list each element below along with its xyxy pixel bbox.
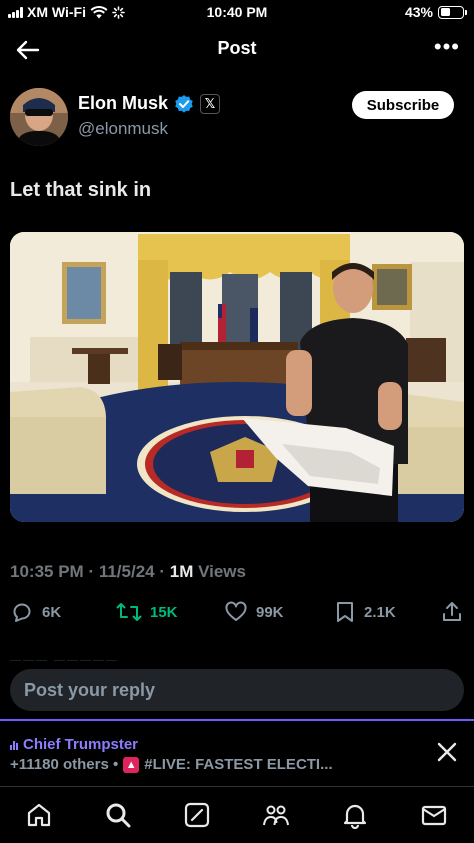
reply-icon (13, 603, 31, 622)
bottom-tab-bar (0, 786, 474, 843)
repost-count: 15K (150, 603, 178, 621)
live-space-bar[interactable]: Chief Trumpster +11180 others • ▲ #LIVE:… (0, 721, 474, 785)
reply-input[interactable]: Post your reply (10, 669, 464, 711)
space-host: Chief Trumpster (10, 736, 138, 753)
share-button[interactable] (440, 600, 464, 624)
author-handle[interactable]: @elonmusk (78, 119, 168, 139)
notifications-bell-icon[interactable] (341, 801, 369, 829)
battery-icon (438, 5, 467, 19)
battery-fill (440, 8, 450, 16)
audio-bars-icon (10, 740, 18, 750)
bookmark-icon (337, 602, 353, 622)
author-name[interactable]: Elon Musk (78, 93, 168, 114)
top-navigation: Post ••• (0, 28, 474, 72)
status-right: 43% (404, 4, 467, 20)
page-title: Post (217, 38, 257, 58)
views-label: Views (198, 562, 246, 581)
share-icon (443, 602, 461, 621)
status-bar: XM Wi-Fi 10:40 PM 43% (0, 0, 474, 26)
status-time: 10:40 PM (206, 4, 268, 20)
communities-icon[interactable] (262, 801, 290, 829)
reply-count: 6K (42, 603, 62, 621)
like-count: 99K (256, 603, 284, 621)
meta-separator: · (88, 562, 99, 581)
post-actions: 6K 15K 99K 2.1K (0, 600, 474, 630)
avatar[interactable] (10, 88, 68, 146)
search-icon[interactable] (104, 801, 132, 829)
post-media-image[interactable] (10, 232, 464, 522)
avatar-image (10, 88, 68, 146)
home-icon[interactable] (25, 801, 53, 829)
post-time: 10:35 PM (10, 562, 84, 581)
space-title: #LIVE: FASTEST ELECTI... (144, 756, 333, 773)
post-text: Let that sink in (10, 179, 152, 201)
messages-envelope-icon[interactable] (420, 801, 448, 829)
space-host-name: Chief Trumpster (23, 736, 139, 753)
hidden-section-hint: ▬▬▬ ▬▬▬▬▬ ▬▬▬▬ (10, 655, 120, 661)
verified-badge-icon (175, 94, 193, 113)
meta-separator: · (159, 562, 170, 581)
repost-button[interactable]: 15K (116, 600, 178, 624)
oval-office-photo (10, 232, 464, 522)
grok-icon[interactable] (183, 801, 211, 829)
heart-icon (225, 601, 247, 621)
like-button[interactable]: 99K (224, 600, 284, 624)
close-icon[interactable] (436, 741, 458, 763)
author-name-row: Elon Musk 𝕏 (78, 93, 221, 114)
more-options-icon[interactable]: ••• (434, 34, 460, 60)
siren-icon: ▲ (123, 756, 140, 773)
post-date: 11/5/24 (98, 562, 155, 581)
reply-button[interactable]: 6K (10, 600, 61, 624)
bookmark-button[interactable]: 2.1K (334, 600, 396, 624)
repost-icon (116, 603, 142, 621)
battery-percent: 43% (404, 4, 433, 20)
space-listeners: +11180 others • (10, 756, 119, 773)
x-affiliate-badge-icon: 𝕏 (200, 93, 221, 114)
post-meta: 10:35 PM · 11/5/24 · 1M Views (10, 562, 246, 582)
views-count: 1M (169, 562, 194, 581)
subscribe-button[interactable]: Subscribe (352, 91, 454, 119)
space-subtitle: +11180 others • ▲ #LIVE: FASTEST ELECTI.… (10, 756, 333, 773)
bookmark-count: 2.1K (364, 603, 396, 621)
